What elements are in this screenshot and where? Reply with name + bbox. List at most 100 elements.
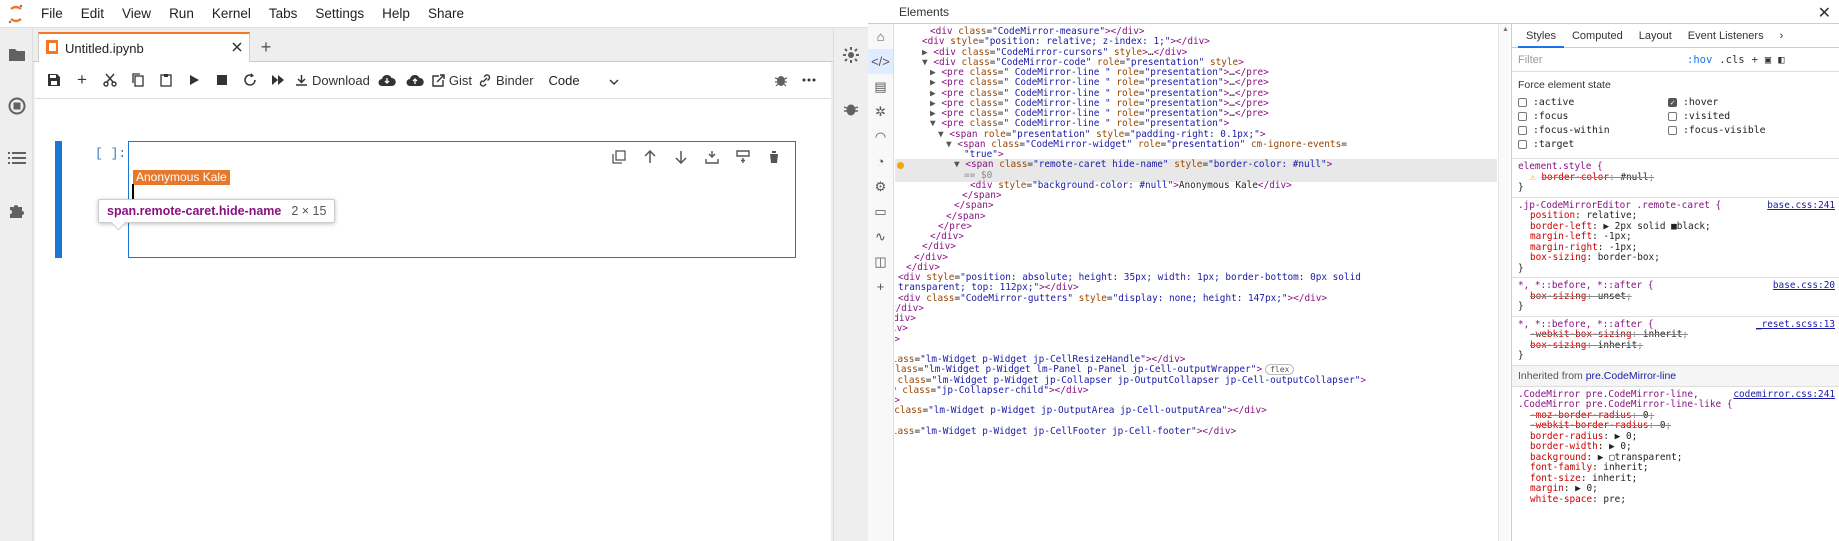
source-link[interactable]: _reset.scss:13 (1756, 319, 1835, 331)
folder-icon[interactable] (0, 28, 33, 80)
move-up-icon[interactable] (641, 148, 659, 166)
state-checkbox[interactable]: ✓:hover (1668, 97, 1818, 108)
source-link[interactable]: base.css:20 (1773, 280, 1835, 292)
cloud-download-icon[interactable] (373, 68, 401, 92)
css-declaration[interactable]: ⚠ border-color: #null; (1518, 172, 1833, 184)
source-link[interactable]: base.css:241 (1767, 200, 1835, 212)
css-declaration[interactable]: box-sizing: unset; (1518, 291, 1833, 303)
cut-icon[interactable] (96, 68, 124, 92)
tab-styles[interactable]: Styles (1518, 24, 1564, 48)
duplicate-cell-icon[interactable] (610, 148, 628, 166)
menu-run[interactable]: Run (160, 0, 203, 28)
dom-node-line[interactable]: ▼ <span class="CodeMirror-widget" role="… (946, 139, 1347, 151)
state-checkbox[interactable]: :focus (1518, 111, 1668, 122)
dom-node-line[interactable]: <div class="jp-Collapser-child"></div> (895, 385, 1089, 397)
dom-node-line[interactable]: <div class="lm-Widget p-Widget jp-Output… (895, 405, 1267, 417)
checkbox-icon[interactable] (1518, 112, 1527, 121)
css-declaration[interactable]: white-space: pre; (1518, 494, 1833, 506)
application-icon[interactable]: ▭ (868, 199, 893, 224)
new-rule-icon[interactable]: + (1752, 54, 1758, 66)
tab-layout[interactable]: Layout (1631, 24, 1680, 48)
state-checkbox[interactable]: :target (1518, 139, 1668, 150)
menu-settings[interactable]: Settings (306, 0, 373, 28)
paste-icon[interactable] (152, 68, 180, 92)
memory-icon[interactable]: ⚙ (868, 174, 893, 199)
dom-node-line[interactable]: <div class="CodeMirror-gutters" style="d… (898, 293, 1327, 305)
state-checkbox[interactable]: :active (1518, 97, 1668, 108)
settings-icon[interactable]: ◫ (868, 249, 893, 274)
hov-toggle[interactable]: :hov (1687, 54, 1712, 66)
performance-icon[interactable]: ◔ (868, 149, 893, 174)
elements-icon[interactable]: </> (868, 49, 893, 74)
styles-filter-input[interactable]: Filter (1518, 54, 1680, 66)
cell-collapser[interactable] (55, 141, 62, 258)
state-checkbox[interactable]: :visited (1668, 111, 1818, 122)
cls-toggle[interactable]: .cls (1719, 54, 1744, 66)
tab-event-listeners[interactable]: Event Listeners (1680, 24, 1772, 48)
menu-edit[interactable]: Edit (72, 0, 113, 28)
close-icon[interactable]: ✕ (1818, 3, 1831, 23)
dom-node-line[interactable]: </div> (895, 334, 900, 346)
home-icon[interactable]: ⌂ (868, 24, 893, 49)
new-tab-button[interactable]: + (253, 34, 279, 60)
state-checkbox[interactable]: :focus-within (1518, 125, 1668, 136)
menu-kernel[interactable]: Kernel (203, 0, 260, 28)
copy-icon[interactable] (124, 68, 152, 92)
checkbox-icon[interactable] (1668, 126, 1677, 135)
restart-icon[interactable] (236, 68, 264, 92)
inherited-source-link[interactable]: pre.CodeMirror-line (1586, 370, 1676, 382)
insert-below-icon[interactable] (734, 148, 752, 166)
checkbox-icon[interactable] (1518, 126, 1527, 135)
cloud-upload-icon[interactable] (401, 68, 429, 92)
insert-cell-icon[interactable]: + (68, 68, 96, 92)
gist-button[interactable]: Gist (429, 68, 475, 92)
menu-tabs[interactable]: Tabs (260, 0, 307, 28)
toggle-print-icon[interactable]: ▣ (1765, 54, 1771, 66)
menu-view[interactable]: View (113, 0, 160, 28)
checkbox-icon[interactable] (1518, 98, 1527, 107)
checkbox-icon[interactable]: ✓ (1668, 98, 1677, 107)
stop-icon[interactable] (208, 68, 236, 92)
save-icon[interactable] (40, 68, 68, 92)
remote-caret (132, 184, 134, 199)
source-link[interactable]: codemirror.css:241 (1733, 389, 1835, 401)
close-icon[interactable] (231, 41, 243, 56)
menu-file[interactable]: File (32, 0, 72, 28)
dom-node-line[interactable]: <div class="lm-Widget p-Widget jp-CellFo… (895, 426, 1236, 438)
extension-icon[interactable] (0, 184, 33, 236)
binder-button[interactable]: Binder (475, 68, 537, 92)
tab-computed[interactable]: Computed (1564, 24, 1631, 48)
more-tabs-icon[interactable]: › (1772, 24, 1792, 48)
checkbox-icon[interactable] (1668, 112, 1677, 121)
running-icon[interactable] (0, 80, 33, 132)
css-declaration[interactable]: box-sizing: border-box; (1518, 252, 1833, 264)
add-tool-icon[interactable]: + (868, 274, 893, 299)
css-declaration[interactable]: box-sizing: inherit; (1518, 340, 1833, 352)
property-inspector-icon[interactable] (834, 28, 868, 82)
menu-help[interactable]: Help (373, 0, 419, 28)
dom-tree-scrollbar[interactable]: ▲ (1498, 24, 1510, 541)
dom-tree[interactable]: <div class="CodeMirror-measure"></div> <d… (895, 24, 1497, 541)
cell-type-select[interactable]: Code (545, 68, 623, 92)
debugger-icon[interactable]: ✲ (868, 99, 893, 124)
fast-forward-icon[interactable] (264, 68, 292, 92)
menu-share[interactable]: Share (419, 0, 473, 28)
debugger-icon[interactable] (767, 68, 795, 92)
network-icon[interactable]: ◠ (868, 124, 893, 149)
toggle-sidebar-icon[interactable]: ◧ (1778, 54, 1784, 66)
move-down-icon[interactable] (672, 148, 690, 166)
activity-icon[interactable]: ∿ (868, 224, 893, 249)
dom-node-line[interactable]: <div style="background-color: #null">Ano… (970, 180, 1292, 192)
more-options-icon[interactable] (795, 68, 823, 92)
delete-cell-icon[interactable] (765, 148, 783, 166)
tab-untitled-notebook[interactable]: Untitled.ipynb (38, 32, 250, 63)
download-button[interactable]: Download (292, 68, 373, 92)
debugger-sidebar-icon[interactable] (834, 82, 868, 136)
state-checkbox[interactable]: :focus-visible (1668, 125, 1818, 136)
menu-bar: File Edit View Run Kernel Tabs Settings … (0, 0, 868, 28)
insert-above-icon[interactable] (703, 148, 721, 166)
run-icon[interactable] (180, 68, 208, 92)
console-icon[interactable]: ▤ (868, 74, 893, 99)
table-of-contents-icon[interactable] (0, 132, 33, 184)
checkbox-icon[interactable] (1518, 140, 1527, 149)
